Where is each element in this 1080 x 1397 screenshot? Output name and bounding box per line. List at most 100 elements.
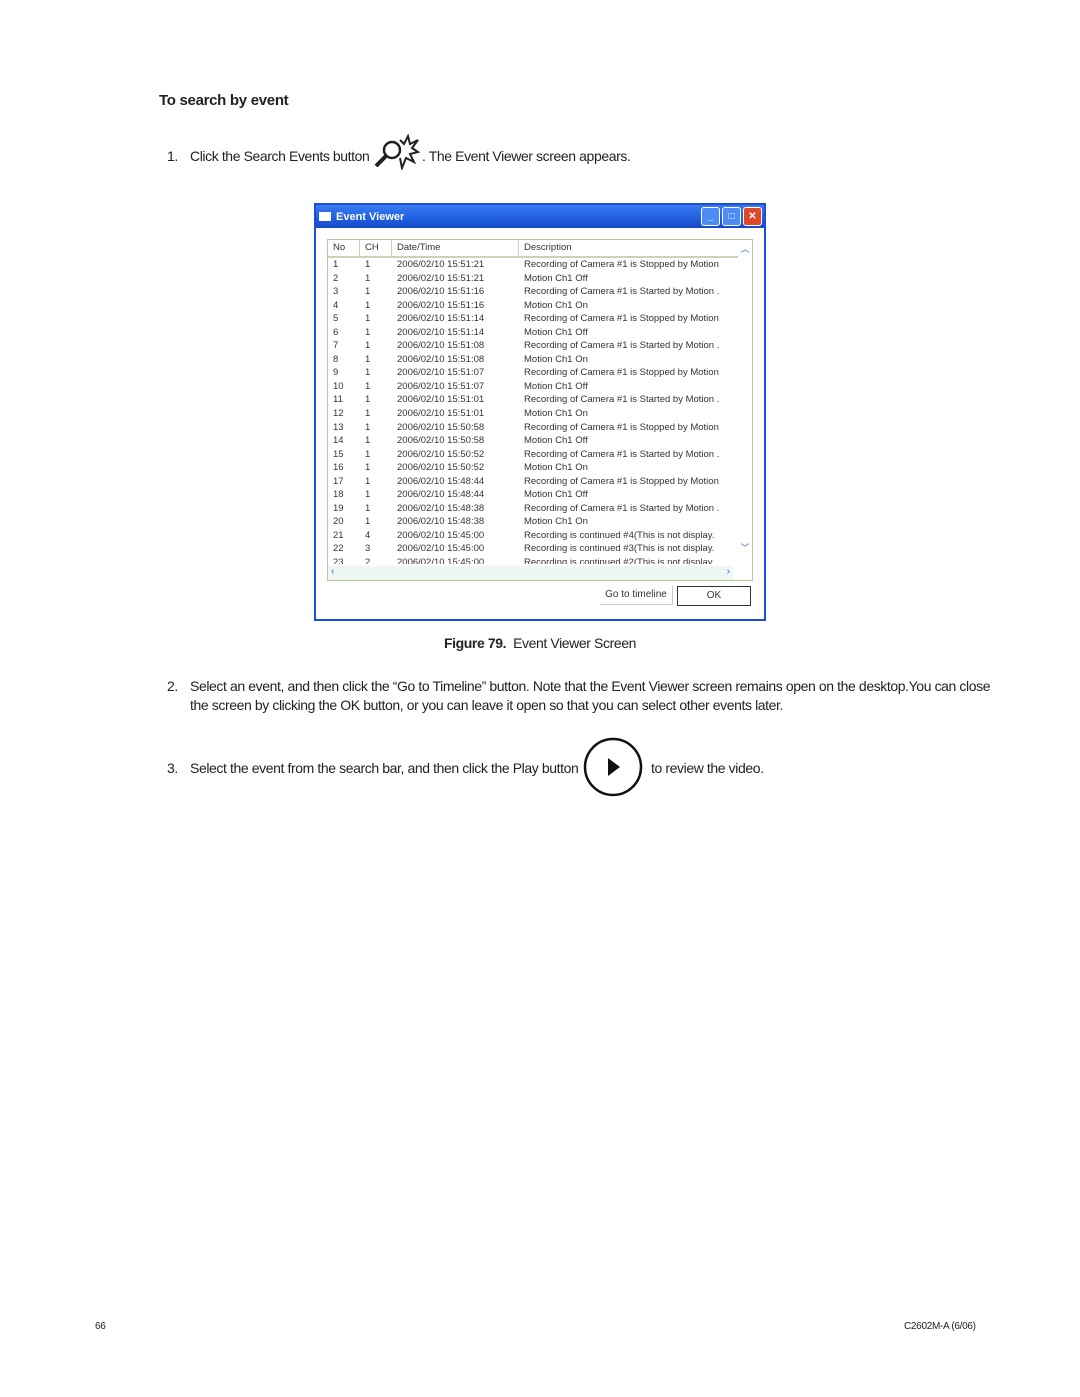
table-row[interactable]: 9 1 2006/02/10 15:51:07 Recording of Camera… <box>328 366 752 380</box>
table-cell: Recording is continued #4(This is not di… <box>524 529 715 541</box>
table-row[interactable]: 1 1 2006/02/10 15:51:21 Recording of Camera… <box>328 258 752 272</box>
table-cell: 1 <box>365 489 371 501</box>
table-row[interactable]: 12 1 2006/02/10 15:51:01 Motion Ch1 On <box>328 407 752 421</box>
step1-text-after: . The Event Viewer screen appears. <box>422 148 631 164</box>
step-number: 1. <box>167 148 178 164</box>
scroll-down-icon[interactable]: ﹀ <box>738 541 752 554</box>
figure-caption: Figure 79. Event Viewer Screen <box>0 635 1080 651</box>
table-cell: 2006/02/10 15:51:16 <box>397 299 485 311</box>
table-cell: 9 <box>333 367 339 379</box>
page: To search by event 1. Click the Search E… <box>0 0 1080 1397</box>
table-cell: 1 <box>365 326 371 338</box>
table-cell: 1 <box>365 502 371 514</box>
table-cell: 1 <box>365 435 371 447</box>
vertical-scrollbar[interactable]: ︿ ﹀ <box>738 240 752 566</box>
table-cell: 6 <box>333 326 339 338</box>
table-header: No CH Date/Time Description <box>328 240 752 258</box>
table-cell: 1 <box>365 353 371 365</box>
table-cell: 17 <box>333 475 344 487</box>
table-row[interactable]: 20 1 2006/02/10 15:48:38 Motion Ch1 On <box>328 515 752 529</box>
table-row[interactable]: 17 1 2006/02/10 15:48:44 Recording of Camer… <box>328 475 752 489</box>
table-cell: Recording of Camera #1 is Stopped by Mot… <box>524 421 719 433</box>
table-row[interactable]: 13 1 2006/02/10 15:50:58 Recording of Camer… <box>328 421 752 435</box>
table-cell: 1 <box>365 313 371 325</box>
table-cell: 10 <box>333 380 344 392</box>
table-cell: Recording of Camera #1 is Started by Mot… <box>524 340 720 352</box>
table-cell: 1 <box>365 394 371 406</box>
step3-text-after: to review the video. <box>651 760 764 776</box>
figure-text: Event Viewer Screen <box>513 635 636 651</box>
table-row[interactable]: 22 3 2006/02/10 15:45:00 Recording is conti… <box>328 542 752 556</box>
table-row[interactable]: 4 1 2006/02/10 15:51:16 Motion Ch1 On <box>328 299 752 313</box>
table-row[interactable]: 19 1 2006/02/10 15:48:38 Recording of Camer… <box>328 502 752 516</box>
table-cell: 18 <box>333 489 344 501</box>
table-cell: 2006/02/10 15:51:16 <box>397 286 485 298</box>
table-cell: 2006/02/10 15:48:44 <box>397 475 485 487</box>
table-cell: 14 <box>333 435 344 447</box>
event-viewer-window: Event Viewer _ □ ✕ No CH Date/Time Descr… <box>314 203 766 621</box>
table-cell: 2 <box>333 272 339 284</box>
table-cell: 11 <box>333 394 343 406</box>
table-row[interactable]: 10 1 2006/02/10 15:51:07 Motion Ch1 Off <box>328 380 752 394</box>
table-row[interactable]: 16 1 2006/02/10 15:50:52 Motion Ch1 On <box>328 461 752 475</box>
table-row[interactable]: 23 2 2006/02/10 15:45:00 Recording is conti… <box>328 556 752 564</box>
table-cell: 2 <box>365 557 371 564</box>
close-button[interactable]: ✕ <box>743 207 762 226</box>
table-cell: 1 <box>365 516 371 528</box>
table-cell: 2006/02/10 15:51:07 <box>397 367 485 379</box>
title-bar: Event Viewer _ □ ✕ <box>316 205 764 228</box>
scroll-left-icon[interactable]: ‹ <box>331 566 334 577</box>
table-cell: 2006/02/10 15:50:58 <box>397 421 485 433</box>
maximize-button[interactable]: □ <box>722 207 741 226</box>
table-cell: 2006/02/10 15:51:21 <box>397 272 485 284</box>
scroll-up-icon[interactable]: ︿ <box>738 242 752 255</box>
table-cell: 2006/02/10 15:51:08 <box>397 340 485 352</box>
table-row[interactable]: 2 1 2006/02/10 15:51:21 Motion Ch1 Off <box>328 272 752 286</box>
ok-button[interactable]: OK <box>677 586 751 606</box>
table-cell: 1 <box>365 448 371 460</box>
table-cell: 2006/02/10 15:50:52 <box>397 462 485 474</box>
table-cell: 12 <box>333 408 344 420</box>
column-header-ch[interactable]: CH <box>360 240 392 256</box>
step2-line1: Select an event, and then click the “Go … <box>190 678 991 694</box>
table-cell: 1 <box>365 421 371 433</box>
table-cell: 23 <box>333 557 344 564</box>
table-cell: Motion Ch1 Off <box>524 435 588 447</box>
table-row[interactable]: 11 1 2006/02/10 15:51:01 Recording of Camer… <box>328 393 752 407</box>
column-header-description[interactable]: Description <box>519 240 739 256</box>
table-cell: Recording is continued #2(This is not di… <box>524 557 715 564</box>
table-cell: 2006/02/10 15:51:01 <box>397 408 485 420</box>
table-row[interactable]: 21 4 2006/02/10 15:45:00 Recording is conti… <box>328 529 752 543</box>
go-to-timeline-button[interactable]: Go to timeline <box>600 586 673 605</box>
table-cell: 2006/02/10 15:48:44 <box>397 489 485 501</box>
table-cell: Motion Ch1 Off <box>524 380 588 392</box>
column-header-datetime[interactable]: Date/Time <box>392 240 519 256</box>
table-cell: Recording of Camera #1 is Stopped by Mot… <box>524 313 719 325</box>
table-cell: 1 <box>365 272 371 284</box>
event-table: No CH Date/Time Description 1 1 2006/02/10… <box>327 239 753 581</box>
table-row[interactable]: 5 1 2006/02/10 15:51:14 Recording of Camera… <box>328 312 752 326</box>
table-cell: 2006/02/10 15:50:58 <box>397 435 485 447</box>
table-cell: 3 <box>333 286 339 298</box>
table-row[interactable]: 7 1 2006/02/10 15:51:08 Recording of Camera… <box>328 339 752 353</box>
table-row[interactable]: 14 1 2006/02/10 15:50:58 Motion Ch1 Off <box>328 434 752 448</box>
table-cell: 7 <box>333 340 339 352</box>
table-cell: 1 <box>365 408 371 420</box>
table-cell: 4 <box>333 299 339 311</box>
minimize-button[interactable]: _ <box>701 207 720 226</box>
table-row[interactable]: 6 1 2006/02/10 15:51:14 Motion Ch1 Off <box>328 326 752 340</box>
table-cell: 5 <box>333 313 339 325</box>
window-title: Event Viewer <box>336 210 405 223</box>
table-row[interactable]: 15 1 2006/02/10 15:50:52 Recording of Camer… <box>328 448 752 462</box>
table-cell: 1 <box>365 299 371 311</box>
table-cell: Motion Ch1 On <box>524 299 588 311</box>
table-row[interactable]: 8 1 2006/02/10 15:51:08 Motion Ch1 On <box>328 353 752 367</box>
table-row[interactable]: 18 1 2006/02/10 15:48:44 Motion Ch1 Off <box>328 488 752 502</box>
scroll-right-icon[interactable]: › <box>727 566 730 577</box>
table-row[interactable]: 3 1 2006/02/10 15:51:16 Recording of Camera… <box>328 285 752 299</box>
table-cell: Recording of Camera #1 is Started by Mot… <box>524 502 720 514</box>
table-cell: 2006/02/10 15:51:21 <box>397 259 485 270</box>
horizontal-scrollbar[interactable]: ‹ › <box>328 566 733 580</box>
table-cell: 2006/02/10 15:48:38 <box>397 516 485 528</box>
column-header-no[interactable]: No <box>328 240 360 256</box>
